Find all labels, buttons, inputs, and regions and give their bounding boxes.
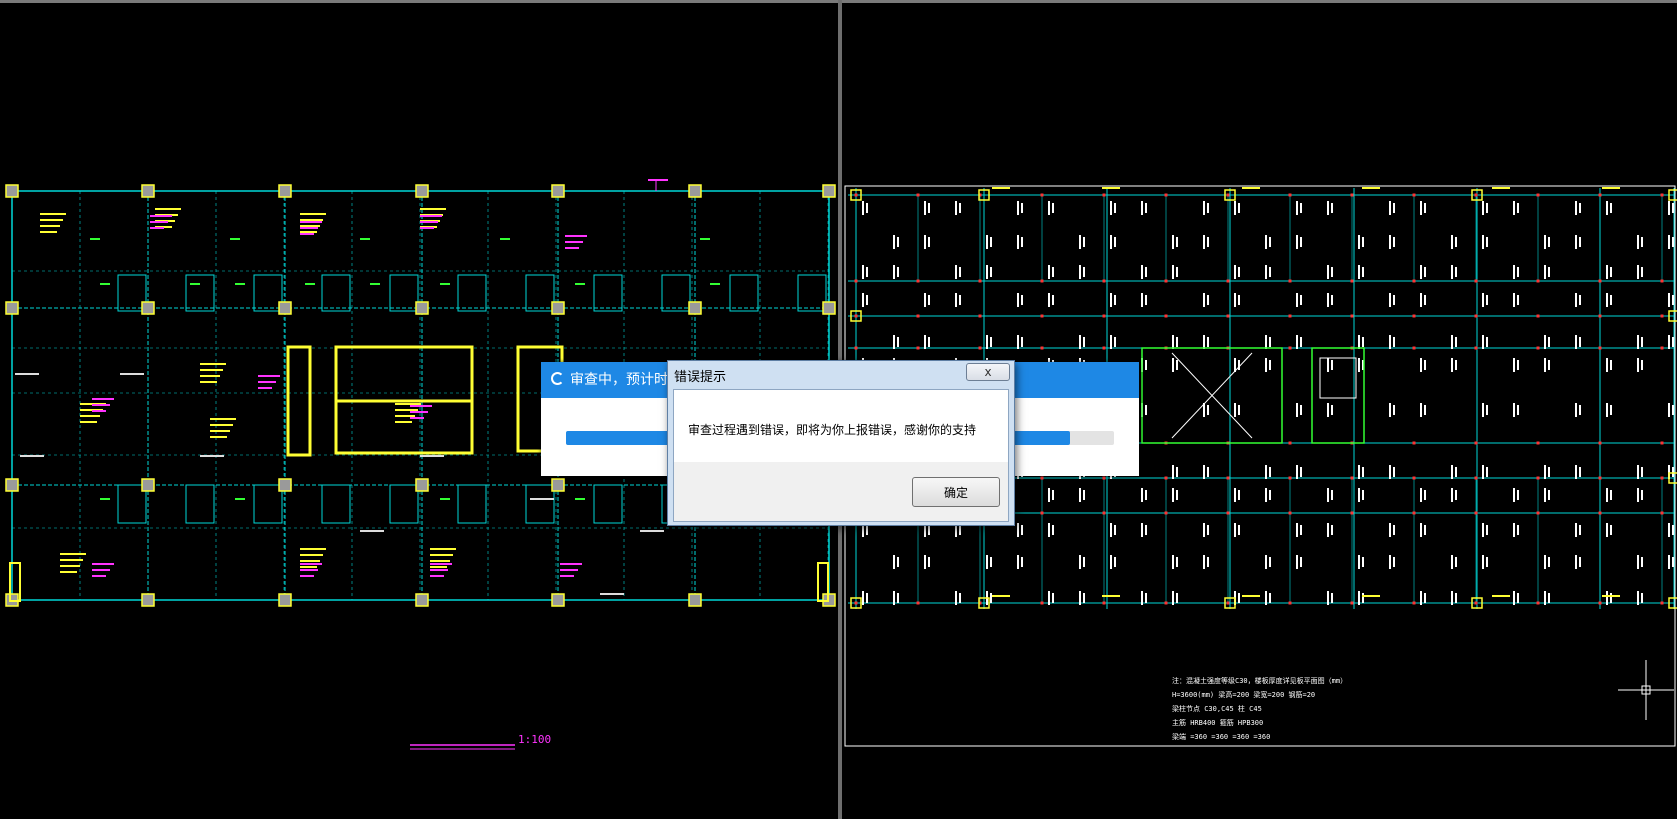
scale-label: 1:100 — [518, 733, 551, 746]
ok-button[interactable]: 确定 — [912, 477, 1000, 507]
column-mark — [415, 478, 429, 492]
close-button[interactable]: x — [966, 363, 1010, 381]
column-mark — [415, 301, 429, 315]
error-dialog-body: 审查过程遇到错误，即将为你上报错误，感谢你的支持 确定 — [673, 389, 1009, 522]
loading-spinner-icon — [551, 372, 564, 385]
column-mark — [415, 184, 429, 198]
column-mark — [278, 478, 292, 492]
column-mark — [141, 301, 155, 315]
column-mark — [822, 184, 836, 198]
column-mark — [141, 593, 155, 607]
column-mark — [141, 184, 155, 198]
column-mark — [688, 301, 702, 315]
column-mark — [688, 184, 702, 198]
close-icon: x — [984, 365, 992, 379]
error-dialog-title: 错误提示 — [674, 370, 727, 385]
column-mark — [551, 184, 565, 198]
drawing-note: 梁柱节点 C30,C45 柱 C45 — [1172, 704, 1262, 713]
column-mark — [551, 301, 565, 315]
error-dialog: 错误提示 x 审查过程遇到错误，即将为你上报错误，感谢你的支持 确定 — [667, 360, 1015, 526]
column-mark — [551, 593, 565, 607]
column-mark — [5, 184, 19, 198]
column-mark — [141, 478, 155, 492]
drawing-note: 注：混凝土强度等级C30，楼板厚度详见板平面图（mm） — [1172, 676, 1347, 685]
crosshair-cursor-icon — [1618, 660, 1674, 720]
column-mark — [278, 184, 292, 198]
column-mark — [5, 301, 19, 315]
progress-dialog-title: 审查中，预计时间 — [570, 372, 682, 388]
error-message-area: 审查过程遇到错误，即将为你上报错误，感谢你的支持 — [674, 390, 1008, 462]
column-mark — [278, 301, 292, 315]
column-mark — [822, 301, 836, 315]
column-mark — [688, 593, 702, 607]
column-mark — [278, 593, 292, 607]
drawing-note: 梁端 =360 =360 =360 =360 — [1172, 732, 1270, 741]
column-mark — [551, 478, 565, 492]
error-message: 审查过程遇到错误，即将为你上报错误，感谢你的支持 — [688, 423, 977, 437]
drawing-note: H=3600(mm) 梁高=200 梁宽=200 钢筋=20 — [1172, 690, 1315, 699]
column-mark — [5, 478, 19, 492]
column-mark — [415, 593, 429, 607]
error-dialog-titlebar[interactable]: 错误提示 x — [668, 361, 1014, 387]
drawing-note: 主筋 HRB400 箍筋 HPB300 — [1172, 718, 1263, 727]
